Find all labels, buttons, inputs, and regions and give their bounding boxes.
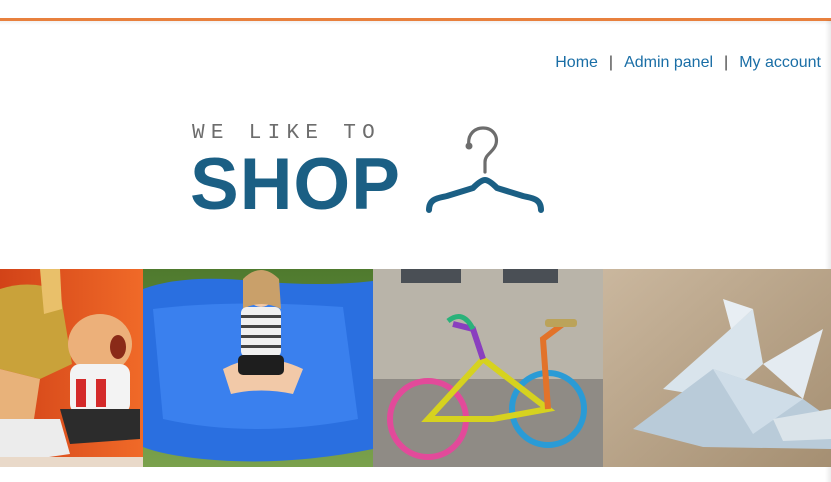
nav-my-account-link[interactable]: My account xyxy=(739,53,821,73)
hanger-icon xyxy=(423,124,545,221)
header-shadow xyxy=(0,21,831,25)
girl-on-beanbag-photo xyxy=(143,269,373,467)
logo-tagline: WE LIKE TO xyxy=(192,122,382,145)
knitted-bicycle-photo xyxy=(373,269,603,467)
site-logo[interactable]: WE LIKE TO SHOP xyxy=(190,120,545,225)
nav-separator: | xyxy=(608,54,614,71)
nav-admin-panel-link[interactable]: Admin panel xyxy=(624,53,713,73)
top-nav: Home | Admin panel | My account xyxy=(555,53,821,73)
cartoon-figures-photo xyxy=(0,269,143,467)
banner-photo-strip xyxy=(0,269,831,467)
origami-banknote-photo xyxy=(603,269,831,467)
nav-separator: | xyxy=(724,54,729,71)
logo-wordmark: SHOP xyxy=(190,144,401,225)
nav-home-link[interactable]: Home xyxy=(555,53,598,73)
